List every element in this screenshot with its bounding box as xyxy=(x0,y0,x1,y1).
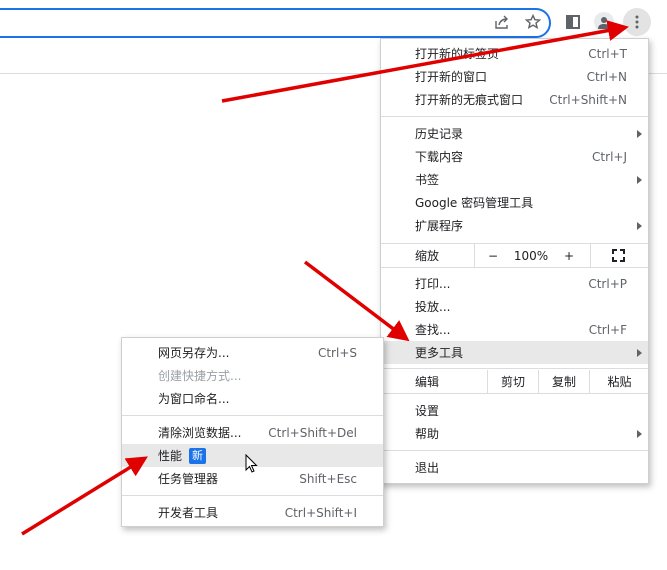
menu-item-9[interactable]: 投放... xyxy=(381,295,648,318)
copy-button[interactable]: 复制 xyxy=(539,373,589,390)
edit-row: 编辑 剪切 复制 粘贴 xyxy=(381,370,648,393)
more-vert-icon[interactable] xyxy=(623,8,651,36)
shortcut-label: Ctrl+Shift+N xyxy=(549,92,627,107)
menu-separator xyxy=(122,495,383,496)
menu-item-label: 创建快捷方式... xyxy=(158,369,242,383)
menu-item-2[interactable]: 打开新的无痕式窗口 Ctrl+Shift+N xyxy=(381,88,648,111)
menu-separator xyxy=(381,368,648,369)
shortcut-label: Ctrl+J xyxy=(592,149,627,164)
zoom-label: 缩放 xyxy=(415,249,440,263)
menu-item-10[interactable]: 查找... Ctrl+F xyxy=(381,318,648,341)
fullscreen-icon[interactable] xyxy=(603,244,633,267)
menu-item-5[interactable]: 书签 xyxy=(381,168,648,191)
shortcut-label: Ctrl+T xyxy=(588,46,627,61)
menu-item-sub-1[interactable]: 创建快捷方式... xyxy=(122,364,383,387)
menu-item-12[interactable]: 设置 xyxy=(381,399,648,422)
paste-button[interactable]: 粘贴 xyxy=(590,373,649,390)
menu-separator xyxy=(381,116,648,117)
menu-separator xyxy=(381,450,648,451)
menu-item-label: 扩展程序 xyxy=(415,219,464,233)
zoom-out-button[interactable]: − xyxy=(481,249,505,263)
menu-item-label: 打开新的无痕式窗口 xyxy=(415,93,524,107)
zoom-in-button[interactable]: + xyxy=(557,249,581,263)
menu-separator xyxy=(381,393,648,394)
menu-item-sub-5[interactable]: 任务管理器 Shift+Esc xyxy=(122,467,383,490)
menu-item-label: 清除浏览数据... xyxy=(158,426,242,440)
shortcut-label: Ctrl+N xyxy=(586,69,627,84)
menu-item-8[interactable]: 打印... Ctrl+P xyxy=(381,272,648,295)
menu-item-label: 下载内容 xyxy=(415,150,464,164)
cut-button[interactable]: 剪切 xyxy=(488,373,538,390)
menu-item-3[interactable]: 历史记录 xyxy=(381,122,648,145)
menu-item-sub-6[interactable]: 开发者工具 Ctrl+Shift+I xyxy=(122,501,383,524)
menu-item-label: 打印... xyxy=(415,277,451,291)
submenu-arrow-icon xyxy=(637,348,642,357)
menu-item-6[interactable]: Google 密码管理工具 xyxy=(381,191,648,214)
menu-item-4[interactable]: 下载内容 Ctrl+J xyxy=(381,145,648,168)
shortcut-label: Ctrl+Shift+I xyxy=(284,505,357,520)
menu-item-label: 任务管理器 xyxy=(158,472,219,486)
menu-item-label: 书签 xyxy=(415,173,440,187)
menu-item-sub-4[interactable]: 性能新 xyxy=(122,444,383,467)
menu-item-label: 查找... xyxy=(415,323,451,337)
address-bar[interactable] xyxy=(0,8,551,38)
menu-item-label: 设置 xyxy=(415,404,440,418)
shortcut-label: Shift+Esc xyxy=(299,471,357,486)
menu-item-label: 历史记录 xyxy=(415,127,464,141)
divider xyxy=(474,244,475,267)
more-tools-submenu: 网页另存为... Ctrl+S 创建快捷方式... 为窗口命名... 清除浏览数据...… xyxy=(121,337,384,527)
menu-item-sub-3[interactable]: 清除浏览数据... Ctrl+Shift+Del xyxy=(122,421,383,444)
submenu-arrow-icon xyxy=(637,175,642,184)
shortcut-label: Ctrl+P xyxy=(588,276,627,291)
menu-item-label: 打开新的标签页 xyxy=(415,47,500,61)
chrome-main-menu: 打开新的标签页 Ctrl+T 打开新的窗口 Ctrl+N 打开新的无痕式窗口 Ctrl+S… xyxy=(380,38,649,484)
zoom-row: 缩放 −100% + xyxy=(381,244,648,267)
share-icon[interactable] xyxy=(492,12,512,32)
zoom-level: 100% xyxy=(513,248,549,263)
menu-item-sub-2[interactable]: 为窗口命名... xyxy=(122,387,383,410)
menu-item-label: 性能 xyxy=(158,449,183,463)
menu-item-13[interactable]: 帮助 xyxy=(381,422,648,445)
menu-item-label: 开发者工具 xyxy=(158,506,219,520)
menu-item-14[interactable]: 退出 xyxy=(381,456,648,479)
submenu-arrow-icon xyxy=(637,429,642,438)
submenu-arrow-icon xyxy=(637,129,642,138)
menu-separator xyxy=(122,415,383,416)
menu-item-11[interactable]: 更多工具 xyxy=(381,341,648,364)
menu-item-label: Google 密码管理工具 xyxy=(415,196,534,210)
menu-item-7[interactable]: 扩展程序 xyxy=(381,214,648,237)
menu-item-label: 帮助 xyxy=(415,427,440,441)
profile-icon[interactable] xyxy=(594,12,614,32)
menu-item-label: 退出 xyxy=(415,461,440,475)
menu-item-label: 为窗口命名... xyxy=(158,392,230,406)
side-panel-icon[interactable] xyxy=(563,12,583,32)
shortcut-label: Ctrl+S xyxy=(317,345,357,360)
new-badge: 新 xyxy=(189,447,206,464)
menu-item-label: 更多工具 xyxy=(415,346,464,360)
menu-item-0[interactable]: 打开新的标签页 Ctrl+T xyxy=(381,42,648,65)
divider xyxy=(590,244,591,267)
edit-label: 编辑 xyxy=(415,375,440,389)
menu-separator xyxy=(381,267,648,268)
menu-item-sub-0[interactable]: 网页另存为... Ctrl+S xyxy=(122,341,383,364)
menu-item-label: 网页另存为... xyxy=(158,346,230,360)
menu-item-label: 打开新的窗口 xyxy=(415,70,488,84)
submenu-arrow-icon xyxy=(637,221,642,230)
star-icon[interactable] xyxy=(523,12,543,32)
menu-item-1[interactable]: 打开新的窗口 Ctrl+N xyxy=(381,65,648,88)
shortcut-label: Ctrl+F xyxy=(588,322,627,337)
shortcut-label: Ctrl+Shift+Del xyxy=(268,425,357,440)
menu-item-label: 投放... xyxy=(415,300,451,314)
